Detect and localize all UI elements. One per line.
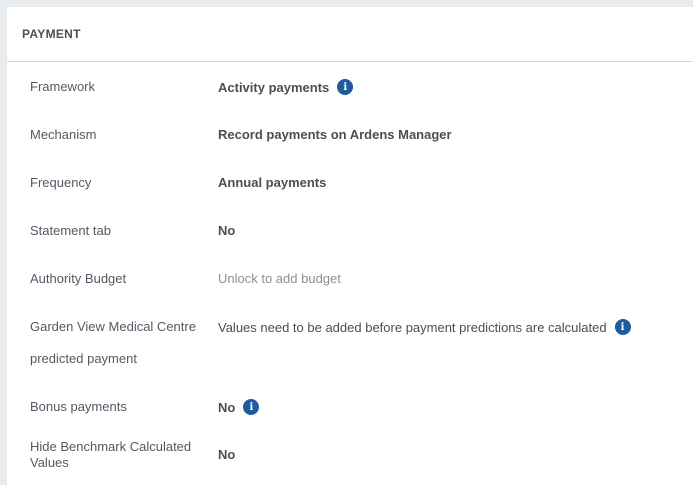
bonus-payments-value-text: No: [218, 399, 236, 415]
hide-benchmark-value: No: [218, 447, 236, 462]
unlock-budget-link[interactable]: Unlock to add budget: [218, 271, 341, 286]
hide-benchmark-label-line1: Hide Benchmark Calculated: [30, 439, 192, 454]
framework-value-text: Activity payments: [218, 79, 330, 95]
predicted-payment-value: Values need to be added before payment p…: [218, 319, 631, 335]
mechanism-label: Mechanism: [30, 127, 97, 142]
info-icon[interactable]: i: [337, 79, 354, 95]
predicted-payment-value-text: Values need to be added before payment p…: [218, 319, 607, 335]
authority-budget-label: Authority Budget: [30, 271, 127, 286]
card-title: PAYMENT: [22, 27, 81, 41]
frequency-label: Frequency: [30, 175, 92, 190]
payment-card: PAYMENT Framework Activity payments i Me…: [6, 6, 693, 485]
frequency-value: Annual payments: [218, 175, 327, 190]
framework-value: Activity payments i: [218, 79, 354, 95]
framework-label: Framework: [30, 79, 96, 94]
hide-benchmark-label-line2: Values: [30, 455, 69, 470]
bonus-payments-value: No i: [218, 399, 260, 415]
statement-tab-value: No: [218, 223, 236, 238]
predicted-payment-label-line1: Garden View Medical Centre: [30, 319, 196, 334]
predicted-payment-label-line2: predicted payment: [30, 351, 137, 366]
statement-tab-label: Statement tab: [30, 223, 111, 238]
mechanism-value: Record payments on Ardens Manager: [218, 127, 452, 142]
info-icon[interactable]: i: [243, 399, 260, 415]
bonus-payments-label: Bonus payments: [30, 399, 127, 414]
card-header: PAYMENT: [7, 7, 693, 62]
info-icon[interactable]: i: [614, 319, 631, 335]
